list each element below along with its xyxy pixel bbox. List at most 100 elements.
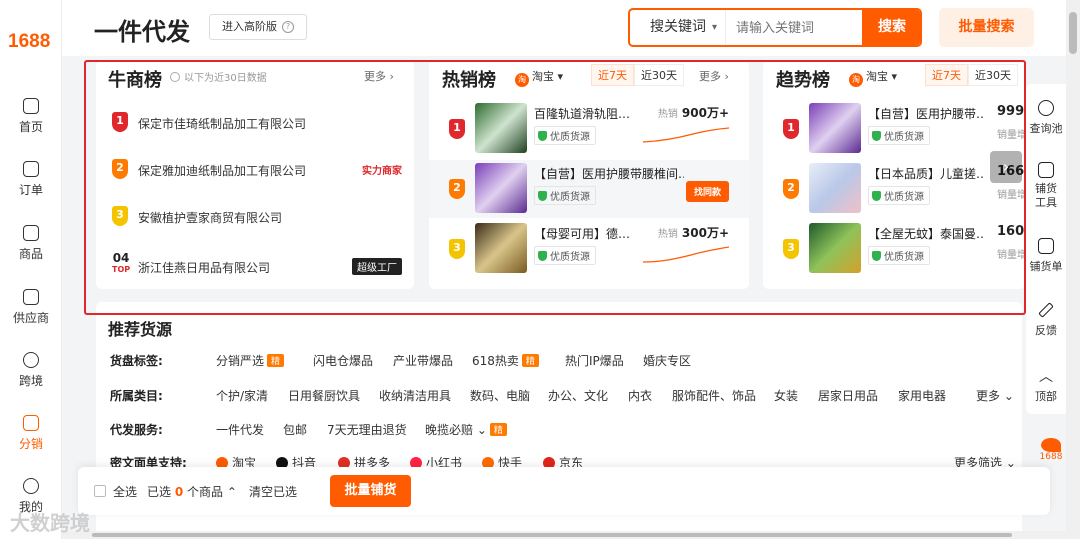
horizontal-scrollbar[interactable] — [62, 531, 1066, 539]
tab-7-days[interactable]: 近7天 — [925, 64, 968, 86]
hot-product[interactable]: 3 【母婴可用】德… 优质货源 热销 300万+ — [429, 220, 749, 278]
niu-item[interactable]: 3 安徽植护壹家商贸有限公司 — [112, 206, 402, 230]
nav-supplier[interactable]: 供应商 — [0, 289, 62, 326]
platform-select[interactable]: 淘淘宝 ▾ — [515, 68, 563, 87]
hot-title: 热销榜 — [442, 70, 496, 91]
filter-option[interactable]: 服饰配件、饰品 — [672, 387, 756, 404]
filter-option[interactable]: 包邮 — [283, 421, 307, 438]
niu-item[interactable]: 1 保定市佳琦纸制品加工有限公司 — [112, 112, 402, 136]
filter-option[interactable]: 晚揽必赔 ⌄ 精 — [425, 421, 507, 438]
ali-1688-badge[interactable]: 1688 — [1036, 438, 1066, 466]
hscroll-thumb[interactable] — [92, 533, 1012, 537]
platform-select[interactable]: 淘淘宝 ▾ — [849, 68, 897, 87]
filter-option[interactable]: 内衣 — [628, 387, 652, 404]
filter-option[interactable]: 618热卖精 — [472, 352, 539, 369]
nav-distribution[interactable]: 分销 — [0, 415, 62, 452]
trend-product[interactable]: 3 【全屋无蚊】泰国曼… 优质货源 1600 销量增 — [763, 220, 1025, 278]
filter-option[interactable]: 女装 — [774, 387, 798, 404]
filter-option[interactable]: 一件代发 — [216, 421, 264, 438]
product-image[interactable] — [475, 223, 527, 273]
filter-option[interactable]: 婚庆专区 — [643, 352, 691, 369]
more-label: 更多 — [699, 70, 721, 83]
rail-feedback[interactable]: 反馈 — [1026, 302, 1066, 338]
vertical-scrollbar[interactable] — [1066, 0, 1080, 539]
product-name: 【母婴可用】德… — [534, 227, 631, 241]
tab-7-days[interactable]: 近7天 — [591, 64, 634, 86]
niu-item[interactable]: 2 保定雅加迪纸制品加工有限公司 实力商家 — [112, 159, 402, 183]
help-icon[interactable]: ? — [282, 21, 294, 33]
more-label: 更多 — [364, 70, 386, 83]
nav-home[interactable]: 首页 — [0, 98, 62, 135]
tab-30-days[interactable]: 近30天 — [968, 64, 1018, 86]
trend-product[interactable]: 1 【自营】医用护腰带… 优质货源 9999 销量增 — [763, 100, 1025, 158]
rank-badge: 1 — [783, 119, 799, 139]
hot-rank-card: 热销榜 淘淘宝 ▾ 近7天 近30天 更多 › 1 百隆轨道滑轨阻… 优质货源 热… — [429, 60, 749, 289]
bulk-list-button[interactable]: 批量铺货 — [330, 475, 411, 507]
bottom-action-bar: 全选 已选 0 个商品 ⌃ 清空已选 批量铺货 — [78, 467, 1050, 515]
hot-product[interactable]: 2 【自营】医用护腰带腰椎间… 优质货源 找同款 — [429, 160, 749, 218]
advanced-version-button[interactable]: 进入高阶版? — [209, 14, 307, 40]
period-tabs: 近7天 近30天 — [591, 64, 684, 86]
product-image[interactable] — [809, 103, 861, 153]
filter-option[interactable]: 个护/家清 — [216, 387, 268, 404]
clear-selected-link[interactable]: 清空已选 — [249, 483, 297, 500]
nav-crossborder[interactable]: 跨境 — [0, 352, 62, 389]
hot-product[interactable]: 1 百隆轨道滑轨阻… 优质货源 热销 900万+ — [429, 100, 749, 158]
select-all-label[interactable]: 全选 — [113, 483, 137, 500]
filter-option[interactable]: 日用餐厨饮具 — [288, 387, 360, 404]
trend-sparkline — [643, 127, 729, 143]
shield-icon — [538, 251, 547, 261]
info-icon — [170, 72, 180, 82]
filter-option[interactable]: 热门IP爆品 — [565, 352, 624, 369]
rail-listing-orders[interactable]: 铺货单 — [1026, 238, 1066, 274]
filter-label: 所属类目: — [110, 389, 163, 403]
logo-1688[interactable]: 1688 — [8, 31, 50, 53]
filter-option[interactable]: 家用电器 — [898, 387, 946, 404]
nav-label: 供应商 — [12, 311, 49, 325]
tab-30-days[interactable]: 近30天 — [634, 64, 684, 86]
product-image[interactable] — [475, 163, 527, 213]
chevron-right-icon[interactable]: › — [990, 151, 1022, 183]
filter-option[interactable]: 居家日用品 — [818, 387, 878, 404]
niu-title: 牛商榜 — [108, 70, 162, 91]
nav-orders[interactable]: 订单 — [0, 161, 62, 198]
rank-badge: 1 — [449, 119, 465, 139]
search-type-select[interactable]: 搜关键词 ▾ — [630, 10, 726, 45]
rail-query-pool[interactable]: 查询池 — [1026, 100, 1066, 136]
filter-option[interactable]: 分销严选精 — [216, 352, 285, 369]
search-type-label: 搜关键词 — [650, 19, 706, 35]
find-same-button[interactable]: 找同款 — [685, 181, 729, 202]
product-image[interactable] — [475, 103, 527, 153]
rail-listing-tool[interactable]: 铺货工具 — [1026, 162, 1066, 210]
filter-option[interactable]: 7天无理由退货 — [327, 421, 407, 438]
trend-product[interactable]: 2 【日本品质】儿童搓… 优质货源 1666 销量增 — [763, 160, 1025, 218]
distribution-icon — [23, 415, 39, 431]
filter-option[interactable]: 产业带爆品 — [393, 352, 453, 369]
hot-more-link[interactable]: 更多 › — [699, 68, 729, 84]
filter-option[interactable]: 闪电仓爆品 — [313, 352, 373, 369]
company-name: 浙江佳燕日用品有限公司 — [138, 261, 271, 275]
select-all-checkbox[interactable] — [94, 485, 106, 497]
product-image[interactable] — [809, 223, 861, 273]
selected-count[interactable]: 已选 0 个商品 ⌃ — [147, 483, 237, 500]
rank-badge: 2 — [783, 179, 799, 199]
scroll-thumb[interactable] — [1069, 12, 1077, 54]
search-input[interactable] — [736, 18, 860, 38]
nav-products[interactable]: 商品 — [0, 225, 62, 262]
strength-merchant-badge: 实力商家 — [362, 166, 402, 177]
product-image[interactable] — [809, 163, 861, 213]
niu-item[interactable]: 04 TOP 浙江佳燕日用品有限公司 超级工厂 — [112, 252, 402, 280]
niu-note: 以下为近30日数据 — [170, 69, 267, 84]
sales-value: 9999 — [997, 104, 1025, 119]
filter-option[interactable]: 办公、文化 — [548, 387, 608, 404]
filter-more[interactable]: 更多 ⌄ — [976, 387, 1014, 404]
rail-back-to-top[interactable]: ︿ 顶部 — [1026, 366, 1066, 404]
niu-more-link[interactable]: 更多 › — [364, 68, 394, 84]
search-button[interactable]: 搜索 — [862, 10, 920, 45]
bulk-search-button[interactable]: 批量搜索 — [939, 8, 1034, 47]
order-icon — [23, 161, 39, 177]
shield-icon — [538, 191, 547, 201]
search-icon — [1038, 100, 1054, 116]
filter-option[interactable]: 数码、电脑 — [470, 387, 530, 404]
filter-option[interactable]: 收纳清洁用具 — [379, 387, 451, 404]
